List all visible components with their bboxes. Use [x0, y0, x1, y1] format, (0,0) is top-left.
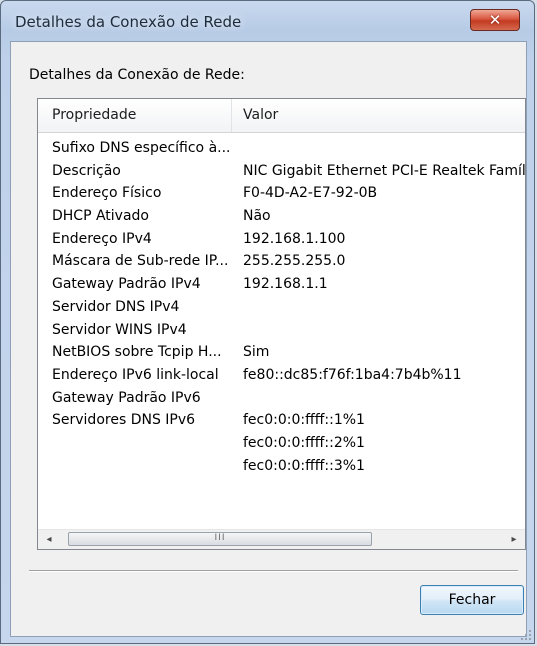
close-icon: ✕: [488, 10, 502, 29]
property-cell: Servidor WINS IPv4: [52, 321, 187, 338]
network-connection-details-window: Detalhes da Conexão de Rede ✕ Detalhes d…: [0, 0, 535, 644]
table-row[interactable]: DHCP Ativado Não: [38, 205, 525, 228]
table-row[interactable]: Servidor WINS IPv4: [38, 319, 525, 342]
table-row[interactable]: Sufixo DNS específico à...: [38, 137, 525, 160]
horizontal-scrollbar[interactable]: ◂ III ▸: [38, 529, 525, 549]
property-cell: Sufixo DNS específico à...: [52, 140, 231, 156]
table-row[interactable]: Máscara de Sub-rede IP... 255.255.255.0: [38, 250, 525, 273]
details-listview[interactable]: Propriedade Valor Sufixo DNS específico …: [37, 98, 526, 550]
table-row[interactable]: Servidor DNS IPv4: [38, 296, 525, 319]
column-header-property[interactable]: Propriedade: [38, 99, 232, 132]
details-group-label: Detalhes da Conexão de Rede:: [29, 67, 245, 83]
property-cell: DHCP Ativado: [52, 208, 150, 225]
listview-header: Propriedade Valor: [38, 99, 525, 133]
value-cell: fec0:0:0:ffff::2%1: [243, 434, 365, 451]
table-row[interactable]: Endereço IPv6 link-local fe80::dc85:f76f:…: [38, 364, 525, 387]
property-cell: Descrição: [52, 162, 121, 179]
table-row[interactable]: fec0:0:0:ffff::3%1: [38, 455, 525, 478]
property-cell: Servidor DNS IPv4: [52, 298, 180, 315]
scrollbar-thumb[interactable]: III: [68, 532, 372, 546]
value-cell: Não: [243, 208, 271, 225]
value-cell: fec0:0:0:ffff::3%1: [243, 457, 365, 474]
column-header-value[interactable]: Valor: [232, 99, 525, 132]
value-cell: NIC Gigabit Ethernet PCI-E Realtek Famíl: [243, 162, 526, 179]
value-cell: 192.168.1.1: [243, 276, 328, 293]
property-cell: Gateway Padrão IPv6: [52, 389, 201, 406]
listview-rows: Sufixo DNS específico à... Descrição NIC G…: [38, 137, 525, 477]
scroll-right-arrow-icon[interactable]: ▸: [505, 530, 523, 549]
separator-line: [29, 570, 518, 572]
resize-grip-icon[interactable]: [520, 629, 532, 641]
close-button[interactable]: Fechar: [420, 585, 524, 615]
scroll-left-arrow-icon[interactable]: ◂: [40, 530, 58, 549]
value-cell: 192.168.1.100: [243, 230, 346, 247]
property-cell: Endereço Físico: [52, 185, 162, 202]
property-cell: Endereço IPv4: [52, 230, 152, 247]
property-cell: Endereço IPv6 link-local: [52, 366, 219, 383]
value-cell: 255.255.255.0: [243, 253, 346, 270]
table-row[interactable]: Endereço Físico F0-4D-A2-E7-92-0B: [38, 182, 525, 205]
title-close-button[interactable]: ✕: [470, 9, 520, 31]
property-cell: Gateway Padrão IPv4: [52, 276, 201, 293]
value-cell: F0-4D-A2-E7-92-0B: [243, 185, 378, 202]
table-row[interactable]: Gateway Padrão IPv4 192.168.1.1: [38, 273, 525, 296]
table-row[interactable]: Descrição NIC Gigabit Ethernet PCI-E Real…: [38, 160, 525, 183]
table-row[interactable]: Servidores DNS IPv6 fec0:0:0:ffff::1%1: [38, 409, 525, 432]
table-row[interactable]: NetBIOS sobre Tcpip H... Sim: [38, 341, 525, 364]
property-cell: NetBIOS sobre Tcpip H...: [52, 344, 222, 361]
table-row[interactable]: Gateway Padrão IPv6: [38, 387, 525, 410]
property-cell: Máscara de Sub-rede IP...: [52, 253, 229, 270]
table-row[interactable]: Endereço IPv4 192.168.1.100: [38, 228, 525, 251]
property-cell: Servidores DNS IPv6: [52, 412, 196, 429]
value-cell: fe80::dc85:f76f:1ba4:7b4b%11: [243, 366, 462, 383]
value-cell: Sim: [243, 344, 270, 361]
value-cell: fec0:0:0:ffff::1%1: [243, 412, 365, 429]
table-row[interactable]: fec0:0:0:ffff::2%1: [38, 432, 525, 455]
title-bar[interactable]: Detalhes da Conexão de Rede ✕: [1, 1, 534, 41]
window-title: Detalhes da Conexão de Rede: [15, 13, 242, 31]
